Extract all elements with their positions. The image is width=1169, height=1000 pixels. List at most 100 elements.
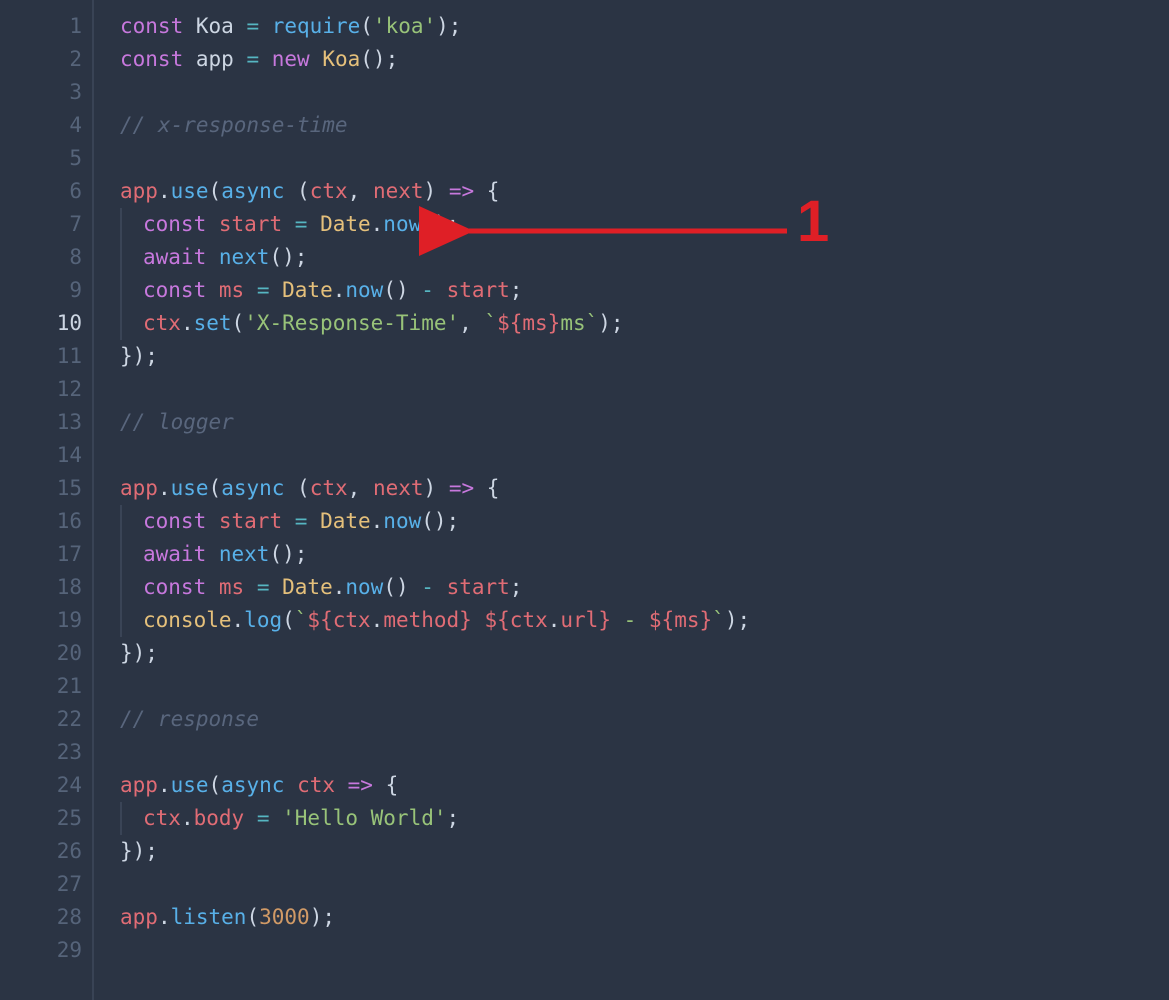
- token-var: start: [447, 278, 510, 302]
- token-wd: [434, 278, 447, 302]
- token-wd: [206, 509, 219, 533]
- code-line[interactable]: // x-response-time: [120, 109, 1169, 142]
- token-wd: });: [120, 344, 158, 368]
- token-wd: .: [371, 608, 384, 632]
- code-editor[interactable]: 1234567891011121314151617181920212223242…: [0, 0, 1169, 1000]
- token-wd: [206, 212, 219, 236]
- token-wd: [307, 509, 320, 533]
- token-wd: .: [181, 311, 194, 335]
- token-str: 'Hello World': [282, 806, 446, 830]
- code-line[interactable]: [120, 934, 1169, 967]
- code-line[interactable]: console.log(`${ctx.method} ${ctx.url} - …: [120, 604, 1169, 637]
- token-var: ctx: [143, 311, 181, 335]
- token-var: ctx: [143, 806, 181, 830]
- token-var: start: [219, 509, 282, 533]
- line-number: 4: [0, 109, 82, 142]
- code-line[interactable]: const start = Date.now();: [120, 208, 1169, 241]
- token-wd: ): [424, 476, 449, 500]
- code-area[interactable]: const Koa = require('koa');const app = n…: [94, 0, 1169, 1000]
- line-number: 21: [0, 670, 82, 703]
- code-line[interactable]: });: [120, 835, 1169, 868]
- token-var: ms: [522, 311, 547, 335]
- token-op: -: [421, 575, 434, 599]
- code-line[interactable]: [120, 373, 1169, 406]
- code-line[interactable]: app.use(async (ctx, next) => {: [120, 175, 1169, 208]
- token-wd: (: [360, 14, 373, 38]
- line-number: 8: [0, 241, 82, 274]
- token-str: `: [712, 608, 725, 632]
- token-prm: ctx: [310, 179, 348, 203]
- code-line[interactable]: // response: [120, 703, 1169, 736]
- token-var: start: [219, 212, 282, 236]
- token-fn: set: [194, 311, 232, 335]
- token-kw: await: [143, 245, 206, 269]
- code-line[interactable]: const start = Date.now();: [120, 505, 1169, 538]
- line-number: 15: [0, 472, 82, 505]
- code-line[interactable]: ctx.set('X-Response-Time', `${ms}ms`);: [120, 307, 1169, 340]
- code-line[interactable]: await next();: [120, 241, 1169, 274]
- token-tpl: }: [459, 608, 472, 632]
- token-wd: [206, 575, 219, 599]
- token-wd: [282, 212, 295, 236]
- code-line[interactable]: app.use(async (ctx, next) => {: [120, 472, 1169, 505]
- code-line[interactable]: await next();: [120, 538, 1169, 571]
- token-var: body: [194, 806, 245, 830]
- token-cls: Date: [282, 575, 333, 599]
- token-var: ms: [219, 278, 244, 302]
- token-op: =: [246, 47, 259, 71]
- code-line[interactable]: [120, 868, 1169, 901]
- token-wd: (: [282, 608, 295, 632]
- token-kw: const: [120, 14, 183, 38]
- code-line[interactable]: app.listen(3000);: [120, 901, 1169, 934]
- token-cls: Date: [320, 212, 371, 236]
- code-line[interactable]: });: [120, 637, 1169, 670]
- code-line[interactable]: const app = new Koa();: [120, 43, 1169, 76]
- token-fn: listen: [171, 905, 247, 929]
- token-tpl: }: [548, 311, 561, 335]
- code-line[interactable]: const ms = Date.now() - start;: [120, 571, 1169, 604]
- token-wd: ;: [510, 278, 523, 302]
- token-var: method: [383, 608, 459, 632]
- line-number: 11: [0, 340, 82, 373]
- code-line[interactable]: });: [120, 340, 1169, 373]
- token-var: start: [447, 575, 510, 599]
- token-fn: async: [221, 179, 284, 203]
- token-fn: now: [383, 509, 421, 533]
- code-line[interactable]: app.use(async ctx => {: [120, 769, 1169, 802]
- token-str: 'X-Response-Time': [244, 311, 459, 335]
- code-line[interactable]: [120, 736, 1169, 769]
- token-wd: );: [725, 608, 750, 632]
- token-wd: {: [474, 476, 499, 500]
- code-line[interactable]: [120, 670, 1169, 703]
- token-wd: (: [209, 476, 222, 500]
- token-fn: async: [221, 476, 284, 500]
- token-wd: ;: [510, 575, 523, 599]
- code-line[interactable]: // logger: [120, 406, 1169, 439]
- code-line[interactable]: ctx.body = 'Hello World';: [120, 802, 1169, 835]
- token-kw: const: [143, 212, 206, 236]
- token-cmt: // response: [120, 707, 259, 731]
- code-line[interactable]: [120, 439, 1169, 472]
- code-line[interactable]: const ms = Date.now() - start;: [120, 274, 1169, 307]
- line-number: 28: [0, 901, 82, 934]
- line-number: 26: [0, 835, 82, 868]
- token-wd: [282, 509, 295, 533]
- token-fn: use: [171, 476, 209, 500]
- code-line[interactable]: const Koa = require('koa');: [120, 10, 1169, 43]
- line-number: 5: [0, 142, 82, 175]
- token-wd: [206, 245, 219, 269]
- line-number: 10: [0, 307, 82, 340]
- line-number: 24: [0, 769, 82, 802]
- token-cmt: // logger: [120, 410, 234, 434]
- token-wd: ();: [421, 212, 459, 236]
- token-var: app: [120, 476, 158, 500]
- token-wd: [307, 212, 320, 236]
- token-wd: [269, 575, 282, 599]
- token-wd: [244, 575, 257, 599]
- token-wd: (): [383, 575, 421, 599]
- code-line[interactable]: [120, 76, 1169, 109]
- line-number: 23: [0, 736, 82, 769]
- token-wd: {: [474, 179, 499, 203]
- line-number: 14: [0, 439, 82, 472]
- code-line[interactable]: [120, 142, 1169, 175]
